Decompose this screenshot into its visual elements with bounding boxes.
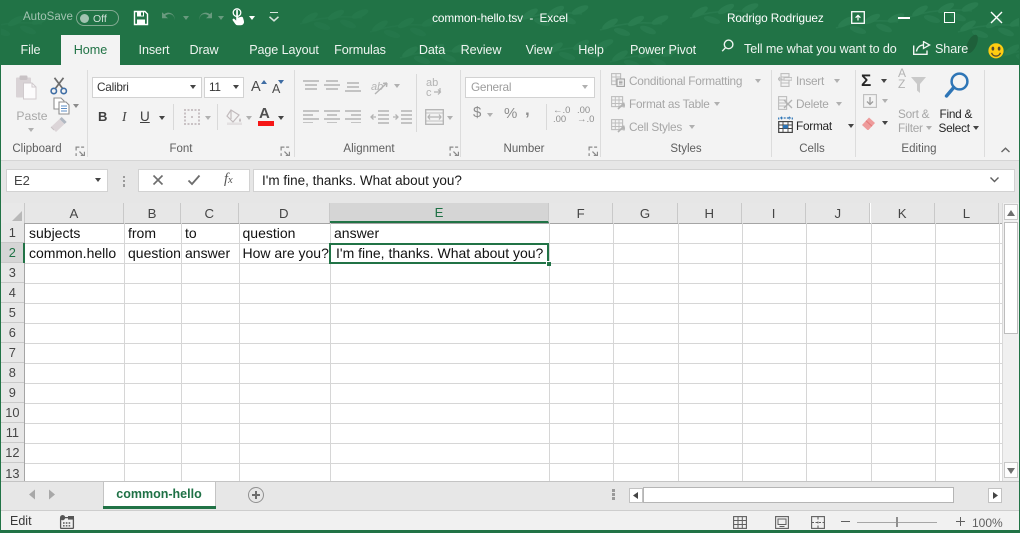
svg-text:c: c bbox=[426, 87, 432, 96]
